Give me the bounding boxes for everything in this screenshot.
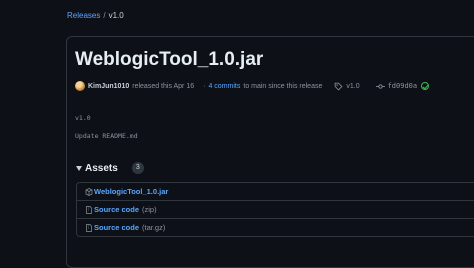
- caret-down-icon: [76, 165, 82, 171]
- asset-link[interactable]: WeblogicTool_1.0.jar: [94, 187, 168, 196]
- released-date-text: released this Apr 16: [132, 82, 195, 90]
- asset-row[interactable]: Source code (tar.gz): [77, 218, 474, 236]
- tag-link[interactable]: v1.0: [346, 83, 359, 90]
- assets-toggle[interactable]: Assets 3: [76, 162, 144, 174]
- release-notes-line-1: v1.0: [75, 114, 91, 122]
- breadcrumb-current: v1.0: [108, 11, 124, 20]
- breadcrumb-releases-link[interactable]: Releases: [67, 11, 100, 20]
- release-card: WeblogicTool_1.0.jar KimJun1010 released…: [66, 36, 474, 268]
- file-zip-icon: [86, 205, 92, 214]
- release-meta: KimJun1010 released this Apr 16 · 4 comm…: [75, 79, 430, 93]
- asset-row[interactable]: Source code (zip): [77, 200, 474, 218]
- verified-check-icon[interactable]: [421, 82, 430, 90]
- asset-format: (tar.gz): [142, 223, 166, 232]
- assets-heading: Assets: [85, 162, 118, 174]
- asset-link[interactable]: Source code: [94, 205, 139, 214]
- release-page: Releases / v1.0 WeblogicTool_1.0.jar KimJu…: [0, 0, 474, 268]
- assets-count-badge: 3: [131, 162, 144, 174]
- commit-icon: [375, 83, 385, 89]
- breadcrumb-separator: /: [103, 11, 106, 20]
- breadcrumb: Releases / v1.0: [67, 11, 124, 21]
- release-title[interactable]: WeblogicTool_1.0.jar: [75, 49, 263, 71]
- asset-row[interactable]: WeblogicTool_1.0.jar: [77, 183, 474, 200]
- commit-hash-link[interactable]: fd09d0a: [388, 82, 418, 90]
- avatar[interactable]: [75, 81, 85, 91]
- file-zip-icon: [86, 223, 92, 232]
- asset-format: (zip): [142, 205, 157, 214]
- author-link[interactable]: KimJun1010: [88, 83, 129, 90]
- tag-icon: [335, 82, 343, 90]
- asset-list: WeblogicTool_1.0.jar Source code (zip) S…: [76, 182, 474, 237]
- commits-since-text: to main since this release: [243, 82, 323, 90]
- meta-separator: ·: [203, 82, 206, 90]
- release-notes-line-2: Update README.md: [75, 132, 138, 140]
- commits-link[interactable]: 4 commits: [208, 83, 240, 90]
- asset-link[interactable]: Source code: [94, 223, 139, 232]
- package-icon: [85, 187, 93, 196]
